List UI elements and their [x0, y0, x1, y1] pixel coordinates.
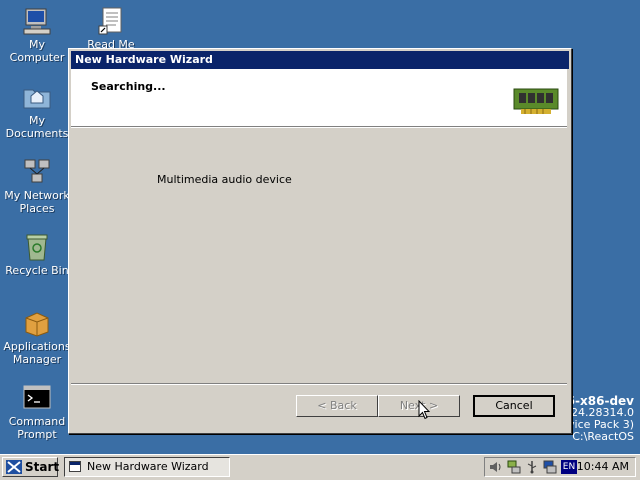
taskbar-item-new-hardware-wizard[interactable]: New Hardware Wizard	[64, 457, 230, 477]
wizard-header: Searching...	[71, 69, 567, 127]
folder-icon	[23, 89, 51, 109]
desktop-icon-command-prompt[interactable]: Command Prompt	[0, 383, 74, 441]
new-hardware-wizard-window[interactable]: New Hardware Wizard Searching... Multime…	[68, 48, 572, 434]
clock[interactable]: 10:44 AM	[577, 458, 629, 476]
desktop-icon-label: Recycle Bin	[5, 264, 69, 277]
taskbar: Start New Hardware Wizard EN 10:44 AM	[0, 454, 640, 480]
found-device-label: Multimedia audio device	[157, 173, 292, 186]
hardware-card-icon	[513, 88, 559, 114]
desktop-icon-label: Command Prompt	[8, 415, 66, 441]
start-label: Start	[25, 460, 60, 474]
network-places-icon	[24, 159, 50, 183]
desktop-icon-my-documents[interactable]: My Documents	[0, 82, 74, 140]
start-logo-icon	[6, 460, 22, 474]
command-prompt-icon	[23, 385, 51, 409]
desktop-icon-label: Applications Manager	[3, 340, 71, 366]
taskbar-item-label: New Hardware Wizard	[87, 460, 209, 473]
button-area-divider	[71, 383, 567, 385]
desktop-icon-label: My Network Places	[4, 189, 70, 215]
volume-icon[interactable]	[489, 460, 503, 474]
recycle-bin-icon	[26, 234, 48, 261]
desktop-icon-read-me[interactable]: Read Me	[74, 6, 148, 51]
package-icon	[25, 312, 49, 337]
desktop-icon-applications-manager[interactable]: Applications Manager	[0, 308, 74, 366]
network-icon[interactable]	[507, 460, 521, 474]
wizard-headline: Searching...	[91, 80, 166, 93]
back-button[interactable]: < Back	[296, 395, 378, 417]
usb-icon[interactable]	[525, 460, 539, 474]
window-icon	[69, 461, 81, 472]
cancel-button[interactable]: Cancel	[473, 395, 555, 417]
display-icon[interactable]	[543, 460, 557, 474]
mouse-cursor-icon	[418, 400, 430, 420]
desktop-icon-label: My Computer	[9, 38, 65, 64]
window-title[interactable]: New Hardware Wizard	[71, 51, 569, 69]
computer-icon	[23, 8, 51, 35]
language-indicator[interactable]: EN	[561, 460, 577, 474]
desktop-icon-recycle-bin[interactable]: Recycle Bin	[0, 232, 74, 277]
start-button[interactable]: Start	[2, 457, 60, 477]
desktop-icon-my-network-places[interactable]: My Network Places	[0, 157, 74, 215]
system-tray: EN 10:44 AM	[484, 457, 636, 477]
document-icon	[98, 7, 122, 35]
header-divider	[71, 127, 567, 128]
desktop-icon-label: My Documents	[5, 114, 69, 140]
desktop-icon-my-computer[interactable]: My Computer	[0, 6, 74, 64]
